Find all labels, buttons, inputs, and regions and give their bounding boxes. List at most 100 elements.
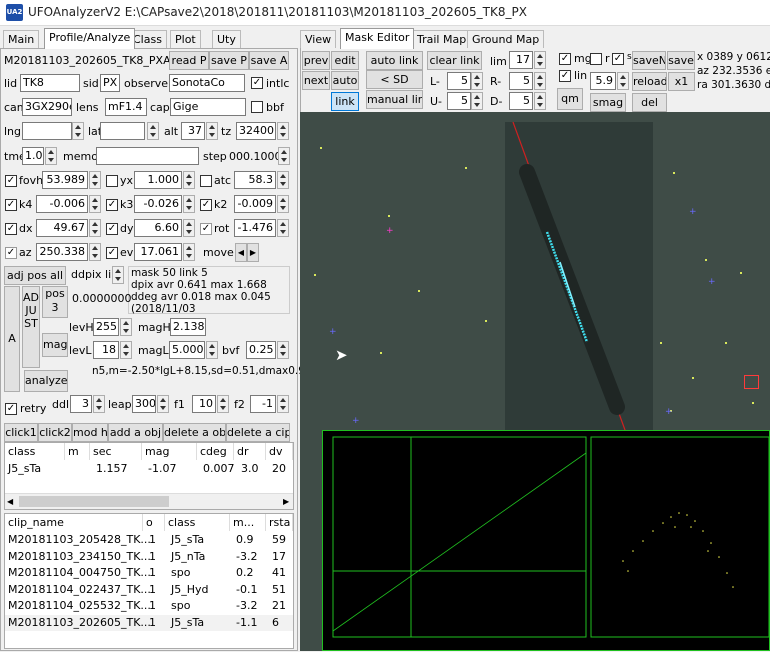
k3-spinner[interactable] bbox=[183, 195, 195, 213]
mag-button[interactable]: mag bbox=[42, 333, 68, 357]
clip-table-cell[interactable]: spo bbox=[168, 565, 190, 581]
levl-input[interactable]: 18 bbox=[93, 341, 119, 359]
r-minus-spinner[interactable] bbox=[534, 72, 546, 90]
tab-ground-map[interactable]: Ground Map bbox=[467, 30, 545, 49]
l-minus-spinner[interactable] bbox=[471, 72, 483, 90]
sid-input[interactable]: PX bbox=[100, 74, 120, 92]
clear-link-button[interactable]: clear link bbox=[427, 51, 482, 70]
bbf-checkbox[interactable] bbox=[251, 101, 263, 113]
cap-input[interactable]: Gige bbox=[170, 98, 246, 116]
k2-input[interactable]: -0.009 bbox=[234, 195, 276, 213]
clip-table-cell[interactable]: 1 bbox=[146, 598, 156, 614]
clip-table-cell[interactable]: 1 bbox=[146, 565, 156, 581]
clip-image[interactable] bbox=[505, 122, 653, 452]
az-input[interactable]: 250.338 bbox=[36, 243, 88, 261]
clip-table-cell[interactable]: 1 bbox=[146, 582, 156, 598]
x1-button[interactable]: x1 bbox=[668, 72, 695, 91]
lens-input[interactable]: mF1.4 bbox=[105, 98, 147, 116]
memo-input[interactable] bbox=[96, 147, 199, 165]
levh-spinner[interactable] bbox=[120, 318, 132, 336]
qm-button[interactable]: qm bbox=[557, 88, 583, 110]
az-checkbox[interactable] bbox=[5, 247, 17, 259]
move-left-icon[interactable]: ◀ bbox=[235, 243, 247, 262]
rot-spinner[interactable] bbox=[277, 219, 289, 237]
click2-button[interactable]: click2 bbox=[38, 423, 72, 442]
mag-cell[interactable]: -1.07 bbox=[145, 461, 176, 477]
u-minus-spinner[interactable] bbox=[471, 92, 483, 110]
tab-trail-map[interactable]: Trail Map bbox=[412, 30, 472, 49]
intlc-checkbox[interactable] bbox=[251, 77, 263, 89]
clip-table-cell[interactable]: 0.2 bbox=[233, 565, 254, 581]
clip-table-cell[interactable]: -3.2 bbox=[233, 598, 257, 614]
manual-link-button[interactable]: manual link bbox=[366, 90, 423, 109]
col-clip-name[interactable]: clip_name bbox=[5, 514, 143, 531]
dr-cell[interactable]: 3.0 bbox=[238, 461, 259, 477]
tab-profile-analyze[interactable]: Profile/Analyze bbox=[44, 28, 136, 49]
r-minus-input[interactable]: 5 bbox=[509, 72, 533, 90]
class-cell[interactable]: J5_sTa bbox=[5, 461, 41, 477]
f2-input[interactable]: -1 bbox=[250, 395, 276, 413]
ev-spinner[interactable] bbox=[183, 243, 195, 261]
clip-table-cell[interactable]: 21 bbox=[269, 598, 286, 614]
f1-spinner[interactable] bbox=[217, 395, 229, 413]
cdeg-cell[interactable]: 0.007 bbox=[200, 461, 235, 477]
leap-spinner[interactable] bbox=[157, 395, 169, 413]
col-clip-class[interactable]: class bbox=[165, 514, 230, 531]
clip-table-cell[interactable]: 0.9 bbox=[233, 532, 254, 548]
del-button[interactable]: del bbox=[632, 93, 667, 112]
clip-table-cell[interactable]: 1 bbox=[146, 615, 156, 631]
clip-table-cell[interactable]: -3.2 bbox=[233, 549, 257, 565]
clip-table-cell[interactable]: J5_sTa bbox=[168, 532, 204, 548]
clip-table-cell[interactable]: 59 bbox=[269, 532, 286, 548]
col-rsta[interactable]: rsta bbox=[266, 514, 293, 531]
ev-checkbox[interactable] bbox=[106, 247, 118, 259]
clip-table-cell[interactable]: -1.1 bbox=[233, 615, 257, 631]
lng-input[interactable] bbox=[22, 122, 72, 140]
dx-spinner[interactable] bbox=[89, 219, 101, 237]
tab-uty[interactable]: Uty bbox=[212, 30, 241, 49]
lat-spinner[interactable] bbox=[147, 122, 159, 140]
k2-spinner[interactable] bbox=[277, 195, 289, 213]
sd-button[interactable]: < SD bbox=[366, 70, 423, 89]
clip-table-cell[interactable]: 41 bbox=[269, 565, 286, 581]
delete-clip-button[interactable]: delete a cip bbox=[226, 423, 290, 442]
lim-spinner[interactable] bbox=[534, 51, 546, 69]
clip-table-cell[interactable]: 1 bbox=[146, 532, 156, 548]
dx-input[interactable]: 49.67 bbox=[36, 219, 88, 237]
rot-checkbox[interactable] bbox=[200, 223, 212, 235]
k4-input[interactable]: -0.006 bbox=[36, 195, 88, 213]
tme-input[interactable]: 1.0 bbox=[22, 147, 44, 165]
adjust-button[interactable]: ADJUST bbox=[22, 286, 40, 368]
scroll-right-icon[interactable]: ▶ bbox=[283, 497, 289, 506]
s-checkbox[interactable] bbox=[612, 53, 624, 65]
yx-input[interactable]: 1.000 bbox=[134, 171, 182, 189]
magl-spinner[interactable] bbox=[206, 341, 218, 359]
target-box[interactable] bbox=[744, 375, 759, 389]
step-spinner[interactable] bbox=[278, 147, 290, 165]
save-button[interactable]: save bbox=[667, 51, 695, 70]
tz-spinner[interactable] bbox=[277, 122, 289, 140]
cam-input[interactable]: 3GX290e bbox=[22, 98, 72, 116]
clip-table-cell[interactable]: 1 bbox=[146, 549, 156, 565]
atc-spinner[interactable] bbox=[277, 171, 289, 189]
k4-spinner[interactable] bbox=[89, 195, 101, 213]
k2-checkbox[interactable] bbox=[200, 199, 212, 211]
fovh-checkbox[interactable] bbox=[5, 175, 17, 187]
auto-link-button[interactable]: auto link bbox=[366, 51, 423, 70]
r-checkbox[interactable] bbox=[590, 53, 602, 65]
retry-checkbox[interactable] bbox=[5, 403, 17, 415]
clip-table-cell[interactable]: M20181103_202605_TK... bbox=[5, 615, 151, 631]
tab-mask-editor[interactable]: Mask Editor bbox=[340, 28, 415, 49]
class-table-scrollbar[interactable]: ◀ ▶ bbox=[5, 493, 293, 509]
clip-table-cell[interactable]: J5_Hyd bbox=[168, 582, 209, 598]
clip-table-cell[interactable]: J5_nTa bbox=[168, 549, 205, 565]
yx-spinner[interactable] bbox=[183, 171, 195, 189]
smag-button[interactable]: smag bbox=[590, 93, 626, 112]
f1-input[interactable]: 10 bbox=[192, 395, 216, 413]
u-minus-input[interactable]: 5 bbox=[447, 92, 471, 110]
az-spinner[interactable] bbox=[89, 243, 101, 261]
d-minus-spinner[interactable] bbox=[534, 92, 546, 110]
add-obj-button[interactable]: add a obj bbox=[108, 423, 163, 442]
col-cdeg[interactable]: cdeg bbox=[197, 443, 234, 460]
alt-spinner[interactable] bbox=[206, 122, 218, 140]
